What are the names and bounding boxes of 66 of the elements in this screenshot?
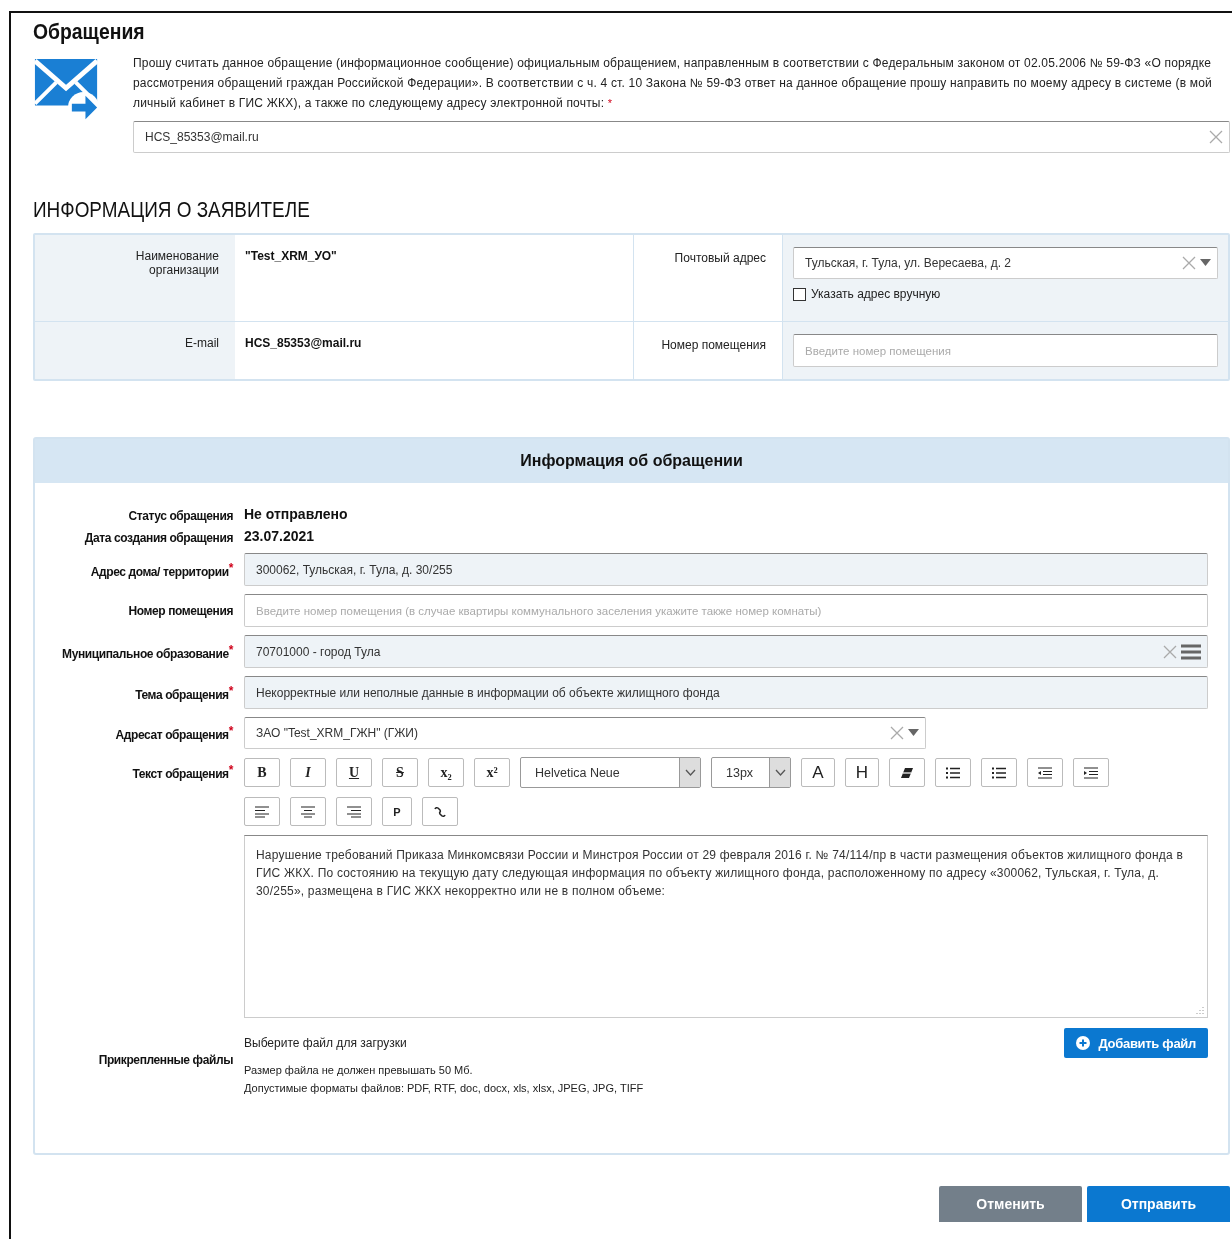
resize-grip-icon[interactable] (1196, 1006, 1204, 1014)
indent-icon (1084, 766, 1098, 779)
submit-button[interactable]: Отправить (1087, 1186, 1230, 1222)
ordered-list-button[interactable] (935, 758, 971, 787)
plus-circle-icon (1076, 1036, 1091, 1050)
readonly-field: 300062, Тульская, г. Тула, д. 30/255 (244, 553, 1208, 586)
chevron-down-icon (774, 769, 786, 776)
field-label: Номер помещения (127, 603, 233, 618)
field-label: Дата создания обращения (83, 531, 233, 545)
chevron-down-icon (684, 769, 696, 776)
format-button[interactable]: U (336, 758, 372, 787)
municipality-field[interactable]: 70701000 - город Тула (244, 635, 1208, 668)
field-value: 23.07.2021 (244, 528, 316, 544)
file-note: Размер файла не должен превышать 50 Мб. (244, 1064, 474, 1076)
align-center-icon (301, 805, 315, 818)
field-label: Почтовый адрес (633, 235, 783, 322)
align-left-icon (255, 805, 269, 818)
eraser-button[interactable] (889, 758, 925, 787)
format-button[interactable]: A (801, 758, 835, 787)
field-label: Прикрепленные файлы (97, 1053, 233, 1067)
panel-header: Информация об обращении (35, 439, 1228, 483)
field-label: Номер помещения (633, 322, 783, 379)
appeal-text-area[interactable]: Нарушение требований Приказа Минкомсвязи России и Минстроя России от 29 февраля 2016 г. № 74/114/пр в части размещения объектов жилищного фонда в ГИС ЖКХ. По состоянию на текущую дату следующая информация по объекту жилищного фонда, расположенному по адресу «300062, Тульская, г. Тула, д. 30/255», размещена в ГИС ЖКХ некорректно или не в полном объеме: (244, 835, 1208, 1018)
field-value: Не отправлено (244, 506, 349, 522)
format-button[interactable]: B (244, 758, 280, 787)
align-right-icon (347, 805, 361, 818)
menu-icon[interactable] (1181, 643, 1201, 660)
format-button[interactable]: I (290, 758, 326, 787)
address-select[interactable]: Тульская, г. Тула, ул. Вересаева, д. 2 (793, 247, 1218, 279)
readonly-field: Некорректные или неполные данные в информации об объекте жилищного фонда (244, 676, 1208, 709)
checkbox[interactable] (793, 287, 806, 301)
format-button[interactable]: S (382, 758, 418, 787)
checkbox-label: Указать адрес вручную (811, 287, 941, 301)
bullet-list-button[interactable] (981, 758, 1017, 787)
add-file-button[interactable]: Добавить файл (1064, 1028, 1208, 1058)
bullet-list-icon (992, 766, 1006, 779)
section-title: ИНФОРМАЦИЯ О ЗАЯВИТЕЛЕ (33, 197, 311, 223)
file-note: Допустимые форматы файлов: PDF, RTF, doc, docx, xls, xlsx, JPEG, JPG, TIFF (244, 1082, 645, 1094)
format-button[interactable]: P (382, 797, 412, 826)
format-button[interactable]: x² (474, 758, 510, 787)
dropdown-icon[interactable] (1200, 259, 1211, 267)
eraser-icon (900, 766, 914, 779)
email-field[interactable]: HCS_85353@mail.ru (133, 121, 1230, 153)
align-left-button[interactable] (244, 797, 280, 826)
dropdown-icon[interactable] (908, 729, 919, 737)
link-button[interactable] (422, 797, 458, 826)
room-input[interactable]: Введите номер помещения (в случае квартиры коммунального заселения укажите также номер комнаты) (244, 594, 1208, 627)
align-center-button[interactable] (290, 797, 326, 826)
room-input[interactable]: Введите номер помещения (793, 334, 1218, 367)
indent-button[interactable] (1073, 758, 1109, 787)
field-label: E-mail (35, 322, 235, 379)
field-label: Наименование организации (35, 235, 235, 322)
field-label: Статус обращения (127, 509, 233, 523)
page-title: Обращения (33, 19, 146, 45)
format-select[interactable]: 13px (711, 757, 791, 788)
outdent-icon (1038, 766, 1052, 779)
format-select[interactable]: Helvetica Neue (520, 757, 701, 788)
format-button[interactable]: x₂ (428, 758, 464, 787)
format-button[interactable]: H (845, 758, 879, 787)
field-value: HCS_85353@mail.ru (244, 335, 363, 352)
align-right-button[interactable] (336, 797, 372, 826)
outdent-button[interactable] (1027, 758, 1063, 787)
consent-text: Прошу считать данное обращение (информационное сообщение) официальным обращением, направленным в соответствии с Федеральным законом от 02.05.2006 № 59-ФЗ «О порядке рассмотрения обращений граждан Российской Федерации». В соответствии с ч. 4 ст. 10 Закона № 59-ФЗ ответ на данное обращение прошу направить по моему адресу в системе (в мой личный кабинет в ГИС ЖКХ), а также по следующему адресу электронной почты: * (133, 55, 1213, 112)
upload-hint: Выберите файл для загрузки (244, 1036, 407, 1050)
cancel-button[interactable]: Отменить (939, 1186, 1082, 1222)
recipient-select[interactable]: ЗАО "Test_XRM_ГЖН" (ГЖИ) (244, 717, 926, 749)
